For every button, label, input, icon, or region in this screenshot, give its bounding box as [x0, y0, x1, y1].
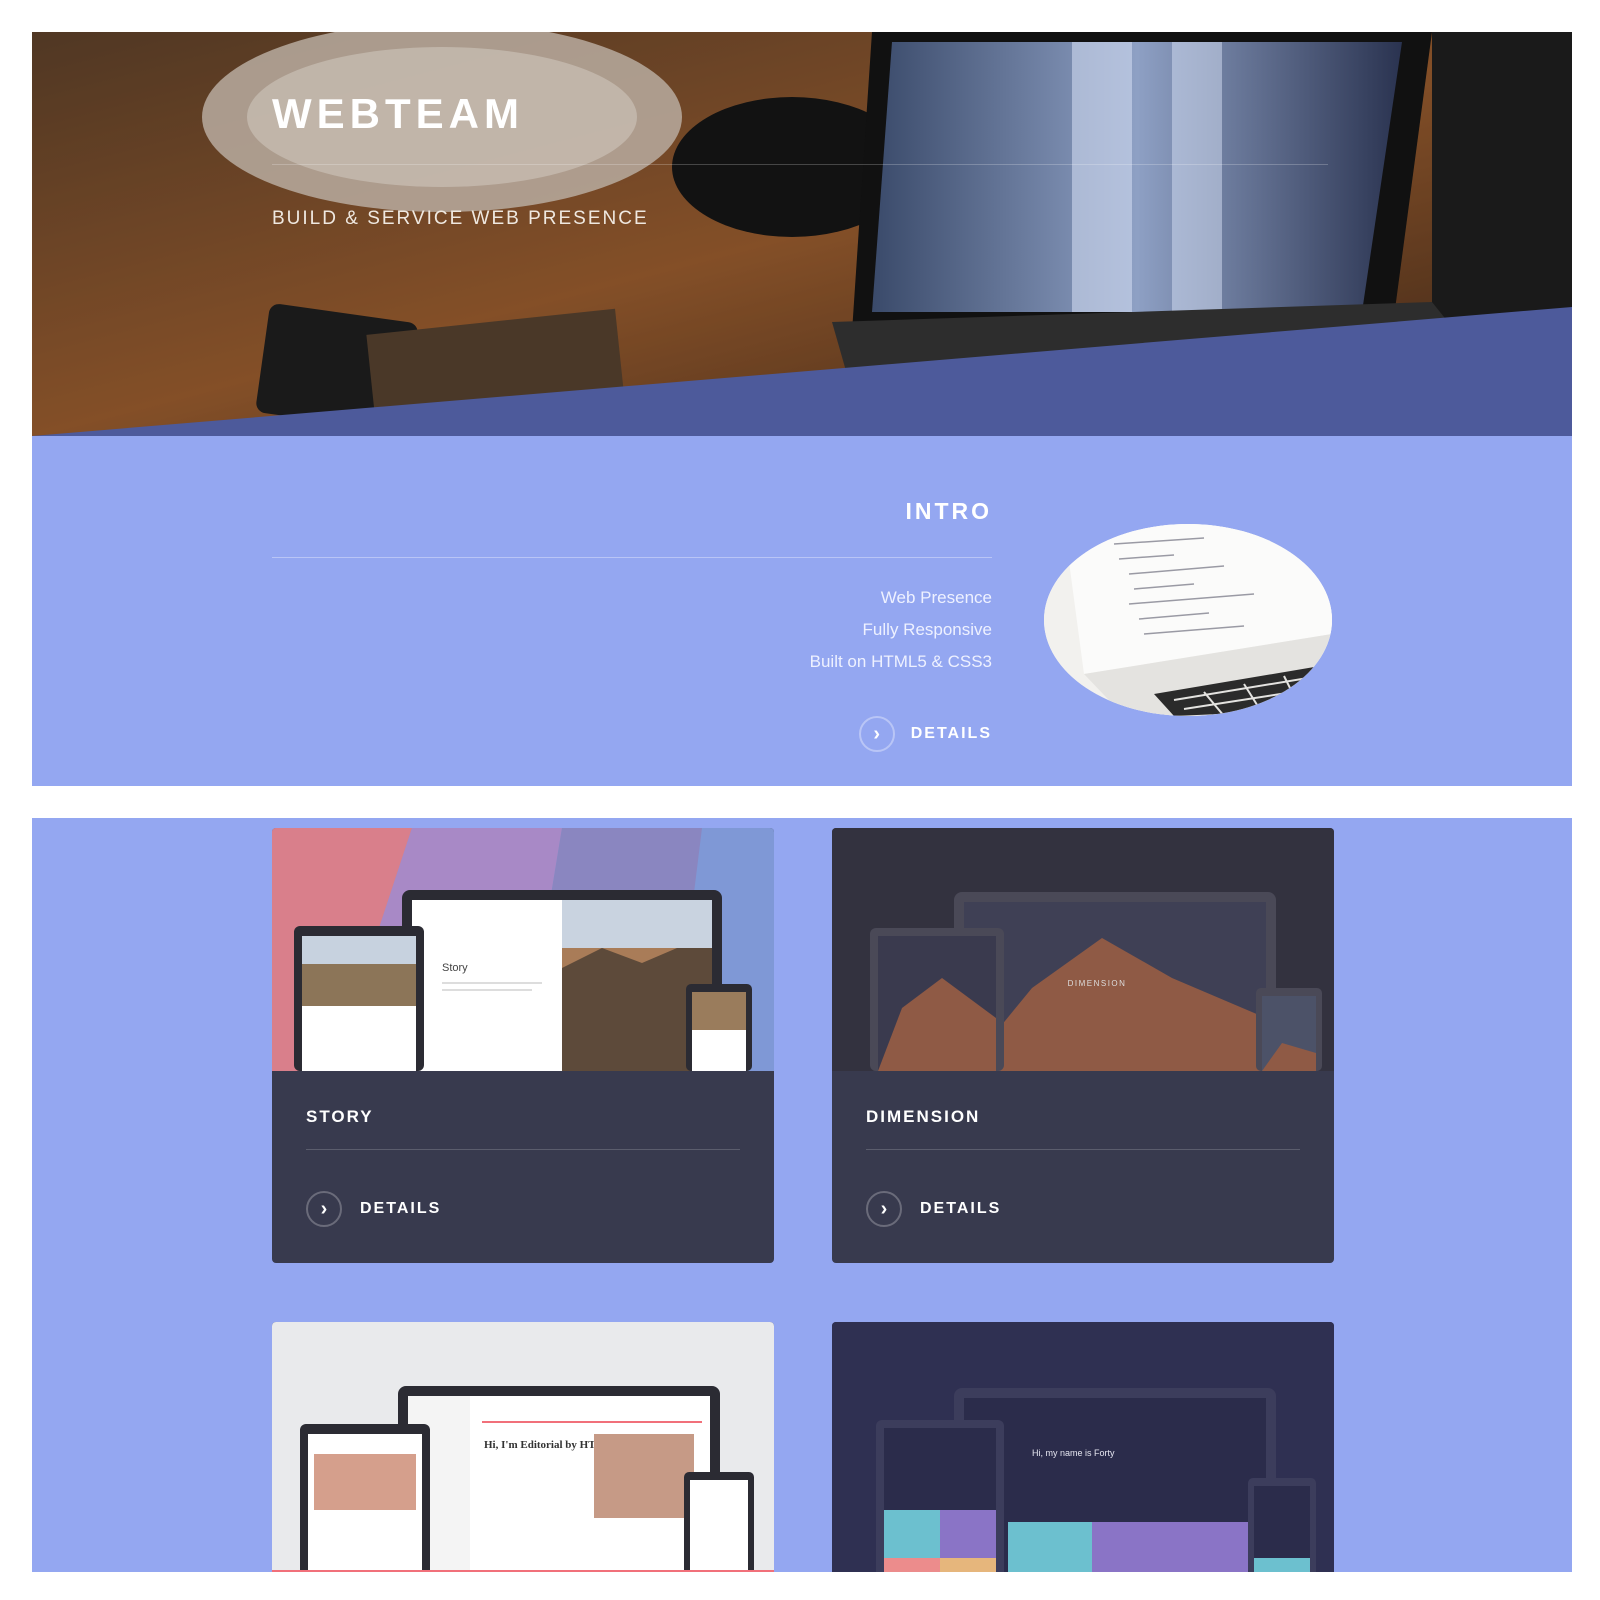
forty-mock-heading: Hi, my name is Forty: [1032, 1448, 1115, 1458]
story-details-link[interactable]: › DETAILS: [306, 1191, 441, 1227]
feature-item: Web Presence: [880, 588, 992, 607]
card-title: STORY: [306, 1107, 374, 1126]
intro-section: INTRO Web Presence Fully Responsive Buil…: [32, 436, 1572, 786]
story-preview-image: Story: [272, 828, 774, 1071]
dimension-mock-heading: DIMENSION: [1068, 979, 1127, 988]
card-divider: [306, 1149, 740, 1150]
editorial-preview-image: Hi, I'm Editorial by HTML5 UP: [272, 1322, 774, 1572]
dimension-preview-image: DIMENSION: [832, 828, 1334, 1071]
project-card-dimension: DIMENSION DIMENSION › DETAILS: [832, 828, 1334, 1263]
chevron-right-icon: ›: [858, 716, 895, 752]
intro-heading: INTRO: [905, 498, 992, 524]
site-subtitle: BUILD & SERVICE WEB PRESENCE: [272, 208, 649, 229]
intro-laptop-image: [1044, 524, 1332, 716]
hero-banner: WEBTEAM BUILD & SERVICE WEB PRESENCE: [32, 32, 1572, 436]
projects-section: Story STORY › DETAILS DIMENSION DIMENSIO…: [32, 818, 1572, 1572]
site-title: WEBTEAM: [272, 90, 524, 137]
card-title: DIMENSION: [866, 1107, 981, 1126]
details-label: DETAILS: [920, 1200, 1002, 1217]
card-body: STORY › DETAILS: [272, 1071, 774, 1263]
project-card-forty: Hi, my name is Forty: [832, 1322, 1334, 1572]
hero-background-photo: [32, 32, 1572, 436]
card-divider: [866, 1149, 1300, 1150]
hero-divider: [272, 164, 1328, 165]
chevron-right-icon: ›: [866, 1191, 902, 1227]
forty-preview-image: Hi, my name is Forty: [832, 1322, 1334, 1572]
feature-item: Built on HTML5 & CSS3: [809, 652, 992, 671]
chevron-right-icon: ›: [306, 1191, 342, 1227]
card-body: DIMENSION › DETAILS: [832, 1071, 1334, 1263]
project-card-story: Story STORY › DETAILS: [272, 828, 774, 1263]
dimension-details-link[interactable]: › DETAILS: [866, 1191, 1001, 1227]
intro-feature-list: Web Presence Fully Responsive Built on H…: [810, 582, 992, 678]
details-label: DETAILS: [360, 1200, 442, 1217]
project-card-editorial: Hi, I'm Editorial by HTML5 UP: [272, 1322, 774, 1572]
details-label: DETAILS: [910, 725, 992, 742]
feature-item: Fully Responsive: [862, 620, 992, 639]
story-mock-heading: Story: [442, 962, 468, 974]
intro-details-link[interactable]: › DETAILS: [858, 716, 992, 752]
intro-divider: [272, 557, 992, 558]
